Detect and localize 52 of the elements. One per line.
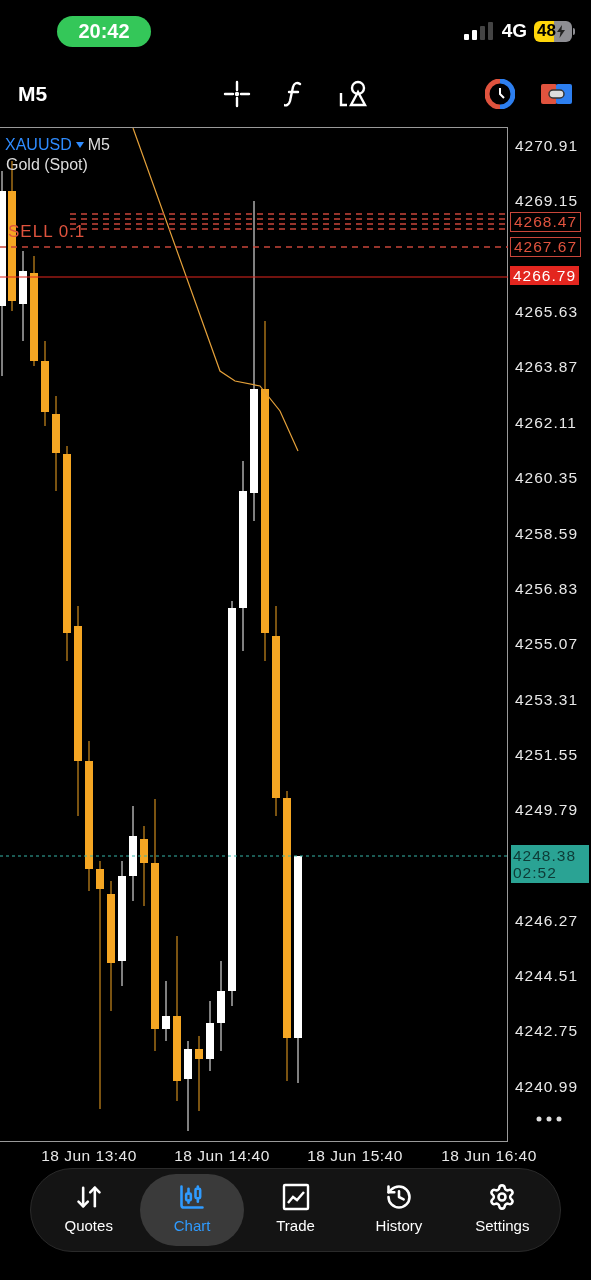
candle [162,980,170,1042]
bar-countdown: 02:52 [513,864,558,881]
nav-tab[interactable]: Quotes [37,1174,141,1246]
price-tick-label: 4262.11 [515,414,577,432]
line-chart-icon [281,1182,310,1211]
status-time: 20:42 [57,15,151,47]
price-tick-label: 4242.75 [515,1022,579,1040]
price-tick-label: 4240.99 [515,1078,579,1096]
price-tick-label: 4263.87 [515,358,579,376]
current-price: 4248.38 [513,847,578,864]
time-axis-label: 18 Jun 14:40 [174,1146,270,1166]
dropdown-icon[interactable] [75,142,84,148]
price-tick-label: 4265.63 [515,303,579,321]
nav-tab[interactable]: Settings [450,1174,555,1246]
nav-tab[interactable]: Chart [140,1174,244,1246]
time-axis-label: 18 Jun 15:40 [307,1146,403,1166]
bid-price-label: 4266.79 [510,266,580,285]
order-price-label: 4267.67 [510,237,582,257]
charging-bolt-icon [556,24,565,38]
order-price-label: 4268.47 [510,212,582,232]
candle [206,1000,214,1072]
nav-tab[interactable]: Trade [243,1174,348,1246]
settings-icon [488,1182,517,1211]
shapes-icon[interactable] [338,79,368,108]
nav-tab[interactable]: History [347,1174,451,1246]
battery-indicator: 48 [534,20,575,42]
price-tick-label: 4269.15 [515,192,579,210]
toggle-icon[interactable] [541,81,572,106]
price-tick-label: 4258.59 [515,525,579,543]
symbol-label[interactable]: XAUUSD [5,133,72,157]
price-tick-label: 4244.51 [515,967,579,985]
candlestick-icon [178,1182,207,1211]
price-tick-label: 4251.55 [515,746,579,764]
price-tick-label: 4260.35 [515,469,579,487]
more-icon[interactable] [536,1116,562,1122]
price-tick-label: 4256.83 [515,580,579,598]
timeframe-label: M5 [87,135,110,155]
price-tick-label: 4270.91 [515,137,579,155]
function-icon[interactable] [284,79,304,108]
time-axis-label: 18 Jun 16:40 [441,1146,537,1166]
symbol-description: Gold (Spot) [6,155,88,175]
network-label: 4G [501,18,527,43]
history-icon [384,1182,413,1211]
clock-circle-icon[interactable] [485,78,515,109]
price-tick-label: 4249.79 [515,801,579,819]
price-tick-label: 4253.31 [515,691,579,709]
signal-icon [462,22,495,40]
timeframe-button[interactable]: M5 [18,77,48,110]
price-tick-label: 4255.07 [515,635,579,653]
time-axis-label: 18 Jun 13:40 [41,1146,137,1166]
crosshair-icon[interactable] [223,79,251,108]
price-tick-label: 4246.27 [515,912,579,930]
